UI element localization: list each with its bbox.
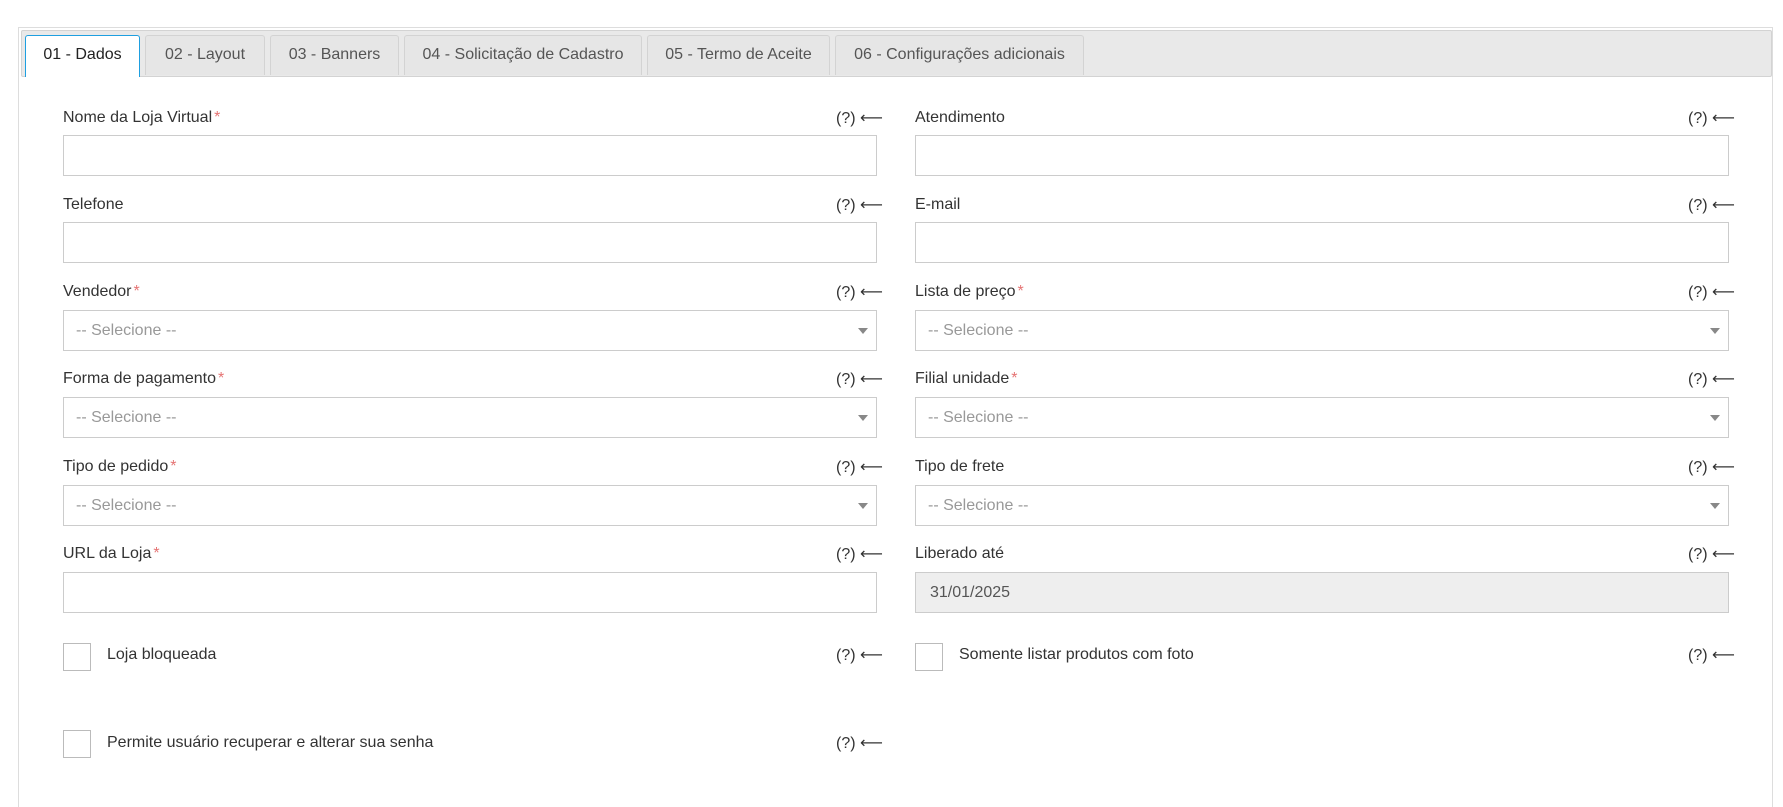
price-list-selected-value: -- Selecione -- [928, 322, 1029, 339]
email-help-icon[interactable]: (?) ⟵ [1688, 197, 1735, 215]
email-input[interactable] [915, 222, 1729, 263]
order-type-selected-value: -- Selecione -- [76, 497, 177, 514]
price-list-label: Lista de preço * [915, 283, 1024, 300]
store-name-help-icon[interactable]: (?) ⟵ [836, 110, 883, 128]
chevron-down-icon [1710, 415, 1720, 421]
required-mark: * [1017, 283, 1024, 300]
store-blocked-label: Loja bloqueada [107, 646, 217, 663]
released-until-input [915, 572, 1729, 613]
payment-method-select[interactable]: -- Selecione -- [63, 397, 877, 438]
payment-method-help-icon[interactable]: (?) ⟵ [836, 371, 883, 389]
branch-unit-select[interactable]: -- Selecione -- [915, 397, 1729, 438]
chevron-down-icon [1710, 503, 1720, 509]
store-url-help-icon[interactable]: (?) ⟵ [836, 546, 883, 564]
seller-selected-value: -- Selecione -- [76, 322, 177, 339]
order-type-select[interactable]: -- Selecione -- [63, 485, 877, 526]
branch-unit-selected-value: -- Selecione -- [928, 409, 1029, 426]
chevron-down-icon [1710, 328, 1720, 334]
store-name-input[interactable] [63, 135, 877, 176]
tab-termo-aceite[interactable]: 05 - Termo de Aceite [647, 35, 830, 75]
tab-dados[interactable]: 01 - Dados [25, 35, 140, 77]
payment-method-selected-value: -- Selecione -- [76, 409, 177, 426]
service-label: Atendimento [915, 109, 1005, 126]
only-with-photo-label: Somente listar produtos com foto [959, 646, 1194, 663]
required-mark: * [133, 283, 140, 300]
price-list-select[interactable]: -- Selecione -- [915, 310, 1729, 351]
allow-password-recovery-label: Permite usuário recuperar e alterar sua … [107, 734, 434, 751]
allow-password-recovery-help-icon[interactable]: (?) ⟵ [836, 735, 883, 753]
store-blocked-checkbox[interactable] [63, 643, 91, 671]
seller-help-icon[interactable]: (?) ⟵ [836, 284, 883, 302]
seller-label: Vendedor * [63, 283, 140, 300]
chevron-down-icon [858, 415, 868, 421]
released-until-label: Liberado até [915, 545, 1004, 562]
seller-select[interactable]: -- Selecione -- [63, 310, 877, 351]
required-mark: * [1011, 370, 1018, 387]
phone-help-icon[interactable]: (?) ⟵ [836, 197, 883, 215]
freight-type-label: Tipo de frete [915, 458, 1005, 475]
payment-method-label: Forma de pagamento * [63, 370, 225, 387]
tab-banners[interactable]: 03 - Banners [270, 35, 399, 75]
store-url-input[interactable] [63, 572, 877, 613]
required-mark: * [153, 545, 160, 562]
order-type-label: Tipo de pedido * [63, 458, 177, 475]
freight-type-select[interactable]: -- Selecione -- [915, 485, 1729, 526]
required-mark: * [217, 370, 225, 387]
required-mark: * [170, 458, 177, 475]
phone-input[interactable] [63, 222, 877, 263]
freight-type-selected-value: -- Selecione -- [928, 497, 1029, 514]
price-list-help-icon[interactable]: (?) ⟵ [1688, 284, 1735, 302]
chevron-down-icon [858, 503, 868, 509]
allow-password-recovery-checkbox[interactable] [63, 730, 91, 758]
released-until-help-icon[interactable]: (?) ⟵ [1688, 546, 1735, 564]
store-blocked-help-icon[interactable]: (?) ⟵ [836, 647, 883, 665]
tab-solicitacao-cadastro[interactable]: 04 - Solicitação de Cadastro [404, 35, 642, 75]
branch-unit-help-icon[interactable]: (?) ⟵ [1688, 371, 1735, 389]
phone-label: Telefone [63, 196, 124, 213]
only-with-photo-checkbox[interactable] [915, 643, 943, 671]
only-with-photo-help-icon[interactable]: (?) ⟵ [1688, 647, 1735, 665]
tab-configuracoes-adicionais[interactable]: 06 - Configurações adicionais [835, 35, 1084, 75]
tab-layout[interactable]: 02 - Layout [145, 35, 265, 75]
required-mark: * [214, 109, 221, 126]
email-label: E-mail [915, 196, 961, 213]
tab-bar: 01 - Dados 02 - Layout 03 - Banners 04 -… [21, 30, 1772, 77]
store-url-label: URL da Loja * [63, 545, 160, 562]
branch-unit-label: Filial unidade * [915, 370, 1018, 387]
freight-type-help-icon[interactable]: (?) ⟵ [1688, 459, 1735, 477]
service-help-icon[interactable]: (?) ⟵ [1688, 110, 1735, 128]
order-type-help-icon[interactable]: (?) ⟵ [836, 459, 883, 477]
chevron-down-icon [858, 328, 868, 334]
store-name-label: Nome da Loja Virtual * [63, 109, 221, 126]
service-input[interactable] [915, 135, 1729, 176]
